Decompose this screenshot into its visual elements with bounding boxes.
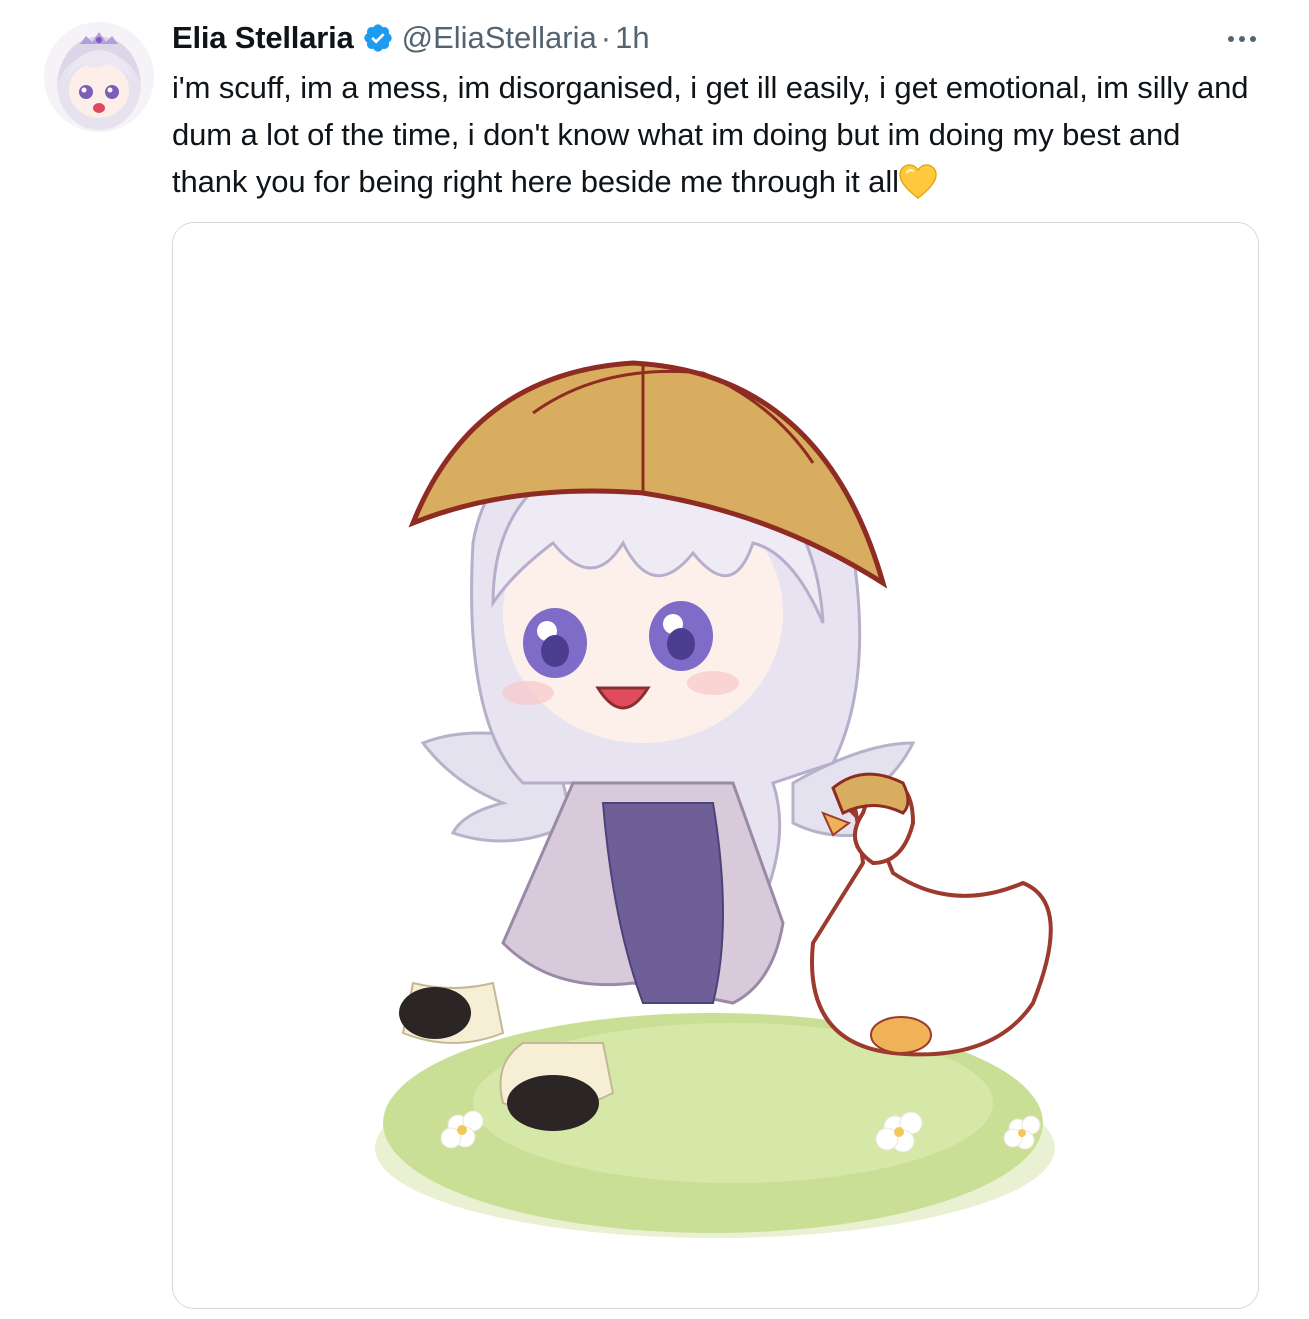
yellow-heart-icon: [899, 164, 937, 200]
avatar-image: [44, 22, 154, 132]
separator-dot: ·: [600, 20, 612, 55]
display-name[interactable]: Elia Stellaria: [172, 20, 354, 56]
verified-badge-icon: [362, 22, 394, 54]
tweet-media[interactable]: [172, 222, 1259, 1309]
handle[interactable]: @EliaStellaria: [402, 20, 597, 56]
avatar[interactable]: [44, 22, 154, 132]
tweet-text: i'm scuff, im a mess, im disorganised, i…: [172, 64, 1252, 205]
chibi-girl-with-goose-illustration: [173, 223, 1258, 1308]
more-button[interactable]: [1225, 24, 1259, 54]
tweet-header: Elia Stellaria @EliaStellaria · 1h: [172, 16, 650, 60]
timestamp[interactable]: 1h: [615, 20, 649, 56]
tweet[interactable]: Elia Stellaria @EliaStellaria · 1h i'm s…: [0, 0, 1309, 1319]
more-horizontal-icon: [1228, 36, 1256, 42]
tweet-text-content: i'm scuff, im a mess, im disorganised, i…: [172, 70, 1249, 199]
